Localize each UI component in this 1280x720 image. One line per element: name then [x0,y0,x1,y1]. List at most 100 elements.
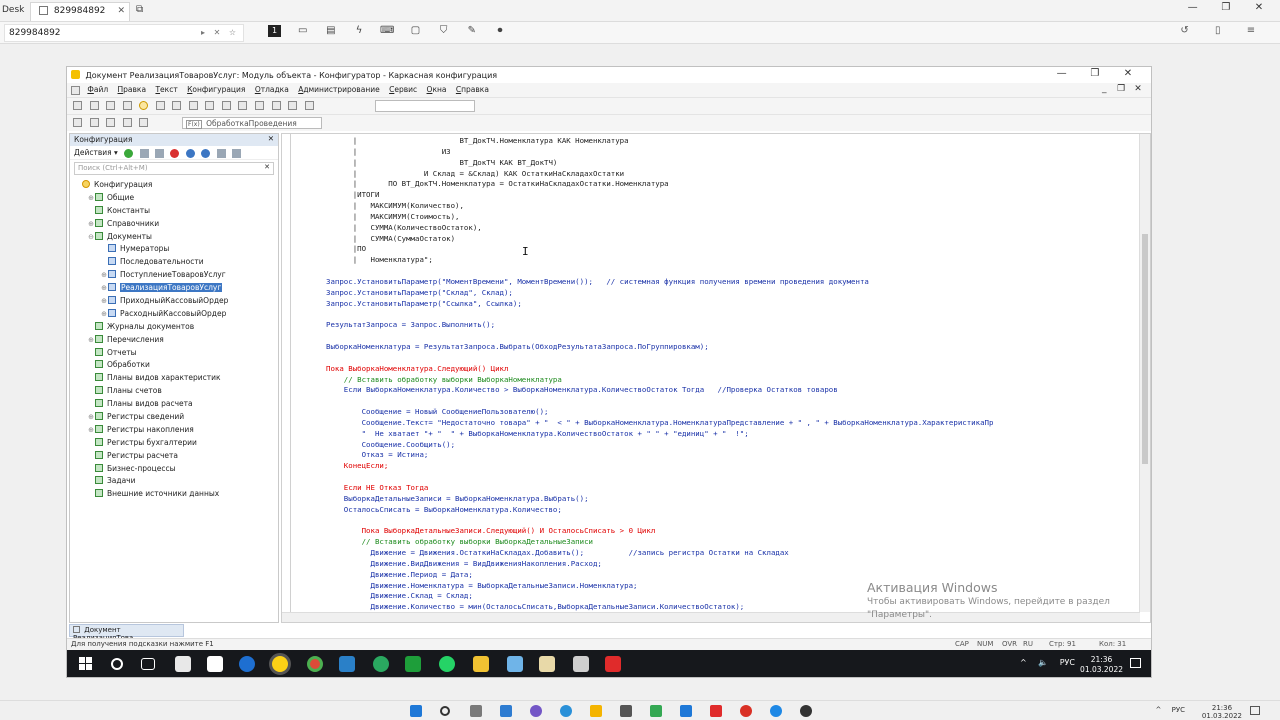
tree-expander-icon[interactable]: ⊕ [87,424,95,437]
tree-expander-icon[interactable]: ⊕ [100,282,108,295]
code-line[interactable]: Пока ВыборкаДетальныеЗаписи.Следующий() … [282,526,993,537]
notification-app-icon[interactable] [740,705,752,717]
chrome-icon[interactable] [307,656,323,672]
code-line[interactable]: | И Склад = &Склад) КАК ОстаткиНаСкладах… [282,169,993,180]
code-line[interactable]: // Вставить обработку выборки ВыборкаНом… [282,375,993,386]
tree-item[interactable]: ⊕ ПриходныйКассовыйОрдер [70,295,278,308]
code-line[interactable]: |ПО [282,244,993,255]
maximize-button[interactable]: ❐ [1080,68,1110,79]
tree-item[interactable]: Отчеты [70,347,278,360]
code-area[interactable]: | ВТ_ДокТЧ.Номенклатура КАК Номенклатура… [282,136,993,613]
sync-app-icon[interactable] [373,656,389,672]
redo-icon[interactable] [288,101,298,110]
tree-item[interactable]: ⊕ Справочники [70,218,278,231]
code-line[interactable] [282,353,993,364]
code-line[interactable]: | СУММА(СуммаОстаток) [282,234,993,245]
code-line[interactable]: | МАКСИМУМ(Стоимость), [282,212,993,223]
edge-icon[interactable] [560,705,572,717]
code-line[interactable] [282,396,993,407]
indent-icon[interactable] [89,118,99,127]
copy-item-icon[interactable] [154,148,164,158]
search-icon[interactable] [440,706,450,716]
code-line[interactable]: Пока ВыборкаНоменклатура.Следующий() Цик… [282,364,993,375]
tree-item[interactable]: ⊕ РасходныйКассовыйОрдер [70,308,278,321]
anydesk-icon[interactable] [710,705,722,717]
tree-expander-icon[interactable]: ⊕ [87,192,95,205]
explorer-icon[interactable] [473,656,489,672]
code-line[interactable]: Запрос.УстановитьПараметр("МоментВремени… [282,277,993,288]
tree-item[interactable]: ⊖ Документы [70,231,278,244]
maximize-button[interactable]: ❐ [1211,2,1241,13]
tree-item[interactable]: Планы видов расчета [70,398,278,411]
tree-item[interactable]: Планы счетов [70,385,278,398]
tree-expander-icon[interactable]: ⊕ [100,269,108,282]
tree-expander-icon[interactable]: ⊕ [87,334,95,347]
search-text-input[interactable] [375,100,475,112]
minimize-button[interactable]: — [1047,68,1077,79]
new-file-icon[interactable] [155,101,165,110]
file-transfer-icon[interactable]: ▭ [290,25,315,36]
undo-icon[interactable] [271,101,281,110]
display-icon[interactable]: ▢ [403,25,428,36]
move-up-icon[interactable] [185,148,195,158]
widgets-icon[interactable] [500,705,512,717]
monitor-number-button[interactable]: 1 [268,25,281,37]
store-icon[interactable] [175,656,191,672]
open-window-tab[interactable]: Документ РеализацияТова... [69,624,184,642]
tree-item[interactable]: ⊕ Общие [70,192,278,205]
paste-icon[interactable] [238,101,248,110]
minimize-button[interactable]: — [1178,2,1208,13]
tree-item[interactable]: Конфигурация [70,179,278,192]
code-line[interactable]: | ИЗ [282,147,993,158]
code-line[interactable]: ВыборкаДетальныеЗаписи = ВыборкаНоменкла… [282,494,993,505]
menu-text[interactable]: Текст [155,85,177,94]
code-line[interactable] [282,516,993,527]
tree-item[interactable]: Журналы документов [70,321,278,334]
run-icon[interactable] [139,101,149,110]
code-line[interactable] [282,266,993,277]
code-line[interactable] [282,310,993,321]
filter-icon[interactable] [231,148,241,158]
move-down-icon[interactable] [201,148,211,158]
code-line[interactable]: Движение.Период = Дата; [282,570,993,581]
table-icon[interactable] [122,101,132,110]
tree-item[interactable]: Внешние источники данных [70,488,278,501]
list-icon[interactable] [73,101,82,110]
actions-menu[interactable]: Действия ▾ [74,148,118,157]
child-minimize-button[interactable]: _ [1097,84,1111,94]
windows-start-icon[interactable] [79,657,93,671]
code-line[interactable]: " Не хватает "+ " " + ВыборкаНоменклатур… [282,429,993,440]
code-line[interactable]: Движение.ВидДвижения = ВидДвиженияНакопл… [282,559,993,570]
address-actions[interactable]: ▸ ✕ ☆ [201,28,239,37]
print-icon[interactable] [255,101,265,110]
tree-item[interactable]: Константы [70,205,278,218]
chat-app-icon[interactable] [530,705,542,717]
store-icon[interactable] [620,705,632,717]
tree-item[interactable]: Последовательности [70,256,278,269]
code-line[interactable]: Движение = Движения.ОстаткиНаСкладах.Доб… [282,548,993,559]
tree-item[interactable]: Планы видов характеристик [70,372,278,385]
code-line[interactable]: Запрос.УстановитьПараметр("Склад", Склад… [282,288,993,299]
menu-service[interactable]: Сервис [389,85,417,94]
menu-edit[interactable]: Правка [118,85,147,94]
folder-app-icon[interactable] [507,656,523,672]
menu-debug[interactable]: Отладка [255,85,289,94]
code-line[interactable]: // Вставить обработку выборки ВыборкаДет… [282,537,993,548]
tree-expander-icon[interactable]: ⊕ [100,295,108,308]
1c-app-icon[interactable] [269,653,291,675]
notification-icon[interactable] [1250,706,1260,715]
tree-item[interactable]: ⊕ Регистры накопления [70,424,278,437]
task-view-icon[interactable] [470,705,482,717]
code-line[interactable]: КонецЕсли; [282,461,993,472]
close-button[interactable]: ✕ [1244,2,1274,13]
chat-icon[interactable]: ▤ [318,25,343,36]
child-close-button[interactable]: ✕ [1131,84,1145,94]
language-indicator[interactable]: РУС [1060,658,1075,667]
add-icon[interactable] [124,148,134,158]
tree-item[interactable]: ⊕ Регистры сведений [70,411,278,424]
menu-file[interactable]: Файл [87,85,108,94]
media-icon[interactable] [539,656,555,672]
language-indicator[interactable]: РУС [1172,706,1185,714]
syntax-check-icon[interactable] [139,118,149,127]
whatsapp-icon[interactable] [439,656,455,672]
